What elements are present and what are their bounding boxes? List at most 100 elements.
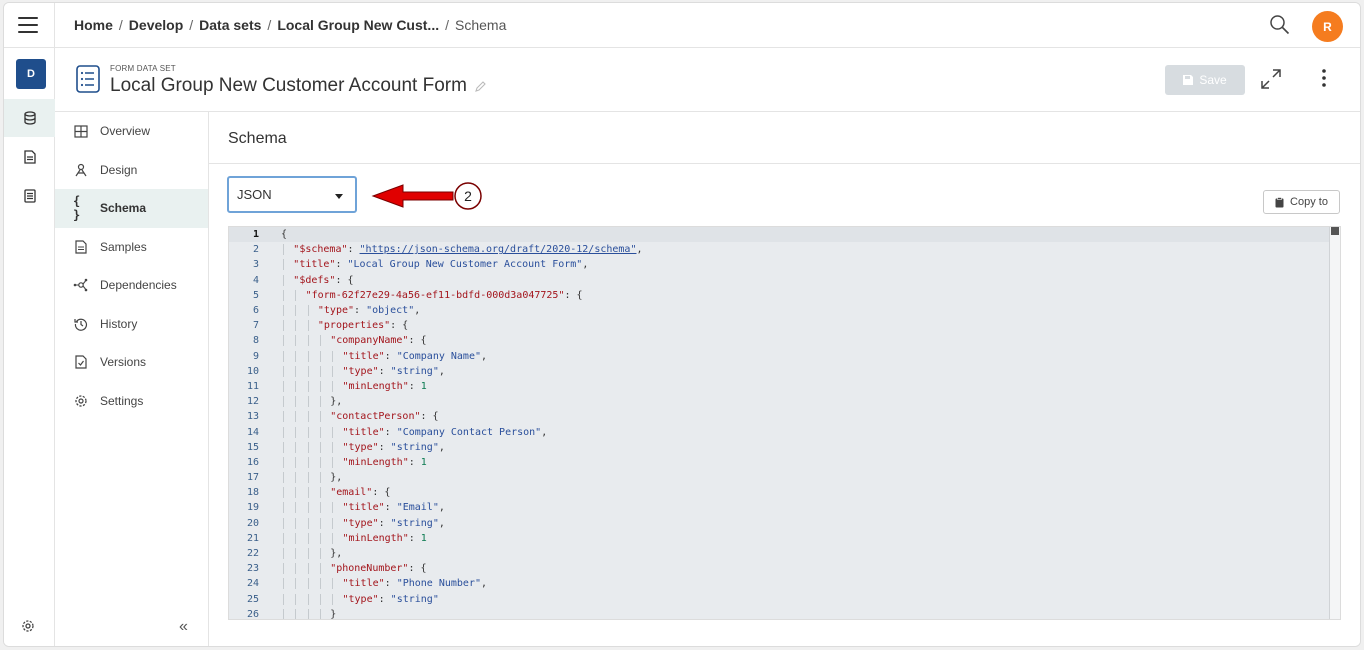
top-bar: Home / Develop / Data sets / Local Group… — [55, 3, 1360, 48]
json-value[interactable]: "https://json-schema.org/draft/2020-12/s… — [360, 244, 637, 255]
collapse-sidebar-icon[interactable]: « — [179, 618, 188, 636]
json-value: "string" — [390, 365, 439, 377]
indent-guide — [283, 426, 284, 438]
nav-item-label: History — [100, 316, 138, 331]
indent-guide — [283, 456, 284, 468]
code-text: "title": "Email", — [259, 502, 445, 514]
indent-guide — [307, 487, 309, 499]
nav-item-label: Schema — [100, 201, 147, 216]
json-punctuation: : — [354, 305, 367, 317]
indent-guide — [332, 532, 334, 544]
indent-guide — [283, 487, 284, 499]
code-text: "properties": { — [259, 320, 408, 332]
rail-data-icon[interactable] — [4, 99, 55, 137]
indent-guide — [332, 593, 334, 605]
line-number: 22 — [246, 548, 259, 560]
schema-format-select[interactable]: JSON — [227, 176, 357, 213]
code-line: 3 "title": "Local Group New Customer Acco… — [229, 257, 1340, 272]
indent-guide — [283, 608, 284, 619]
indent-guide — [295, 289, 297, 301]
breadcrumb-datasets[interactable]: Data sets — [199, 17, 261, 33]
code-line: 5 "form-62f27e29-4a56-ef11-bdfd-000d3a047… — [229, 288, 1340, 303]
edit-pencil-icon[interactable] — [475, 80, 486, 92]
json-punctuation: }, — [330, 472, 343, 484]
breadcrumb-home[interactable]: Home — [74, 17, 113, 33]
json-punctuation: , — [541, 426, 548, 438]
nav-item-schema[interactable]: { } Schema — [55, 189, 208, 228]
json-punctuation: : — [335, 259, 348, 271]
code-text: { — [259, 229, 287, 240]
json-punctuation: : — [378, 365, 391, 377]
indent-guide — [283, 593, 284, 605]
json-value: "Company Name" — [396, 350, 481, 362]
indent-guide — [295, 411, 297, 423]
gear-icon — [22, 620, 34, 632]
indent-guide — [319, 502, 321, 514]
nav-item-samples[interactable]: Samples — [55, 228, 208, 267]
code-text: "title": "Phone Number", — [259, 578, 487, 590]
nav-item-versions[interactable]: Versions — [55, 343, 208, 382]
code-line: 24 "title": "Phone Number", — [229, 576, 1340, 591]
save-button[interactable]: Save — [1165, 65, 1245, 95]
copy-to-label: Copy to — [1290, 196, 1328, 208]
indent-guide — [307, 608, 309, 619]
search-button[interactable] — [1269, 14, 1290, 40]
breadcrumb-separator: / — [118, 17, 123, 33]
rail-documents-icon[interactable] — [4, 138, 55, 176]
scrollbar-thumb[interactable] — [1331, 227, 1339, 235]
json-punctuation: , — [438, 517, 445, 529]
json-key: "title" — [293, 259, 336, 271]
indent-guide — [307, 456, 309, 468]
copy-to-button[interactable]: Copy to — [1263, 190, 1340, 214]
json-key: "title" — [342, 578, 385, 590]
json-punctuation: : — [347, 244, 360, 256]
rail-forms-icon[interactable] — [4, 177, 55, 215]
breadcrumb-separator: / — [189, 17, 194, 33]
avatar[interactable]: R — [1312, 11, 1343, 42]
rail-settings-icon[interactable] — [21, 619, 35, 638]
page-caption: FORM DATA SET — [110, 64, 176, 73]
nav-item-design[interactable]: Design — [55, 151, 208, 190]
json-punctuation: , — [481, 350, 488, 362]
breadcrumb-form[interactable]: Local Group New Cust... — [277, 17, 439, 33]
indent-guide — [295, 456, 297, 468]
code-text: }, — [259, 472, 343, 484]
json-key: "title" — [342, 350, 385, 362]
indent-guide — [283, 502, 284, 514]
json-key: "companyName" — [330, 335, 409, 347]
code-line: 1{ — [229, 227, 1340, 243]
json-punctuation: , — [438, 441, 445, 453]
menu-icon[interactable] — [18, 17, 38, 33]
indent-guide — [332, 578, 334, 590]
breadcrumb-develop[interactable]: Develop — [129, 17, 183, 33]
nav-item-settings[interactable]: Settings — [55, 382, 208, 421]
database-icon — [23, 111, 36, 125]
code-text: "type": "string", — [259, 365, 445, 377]
code-text: "title": "Local Group New Customer Accou… — [259, 259, 588, 271]
expand-button[interactable] — [1260, 68, 1282, 95]
nav-item-history[interactable]: History — [55, 305, 208, 344]
editor-scrollbar[interactable] — [1329, 227, 1340, 619]
code-line: 16 "minLength": 1 — [229, 455, 1340, 470]
json-key: "minLength" — [342, 532, 409, 544]
json-key: "type" — [342, 593, 379, 605]
schema-code-editor[interactable]: 1{2 "$schema": "https://json-schema.org/d… — [228, 226, 1341, 620]
indent-guide — [332, 426, 334, 438]
nav-item-dependencies[interactable]: Dependencies — [55, 266, 208, 305]
indent-guide — [307, 441, 309, 453]
indent-guide — [283, 517, 284, 529]
json-value: "string" — [390, 593, 439, 605]
nav-item-overview[interactable]: Overview — [55, 112, 208, 151]
more-options-button[interactable] — [1322, 69, 1326, 92]
indent-guide — [319, 441, 321, 453]
indent-guide — [319, 335, 321, 347]
code-text: "contactPerson": { — [259, 411, 439, 423]
indent-guide — [283, 305, 284, 317]
page-title: Local Group New Customer Account Form — [110, 75, 486, 97]
chevron-down-icon — [335, 194, 343, 199]
line-number: 25 — [246, 593, 259, 605]
indent-guide — [319, 532, 321, 544]
json-punctuation: , — [438, 502, 445, 514]
page-title-text: Local Group New Customer Account Form — [110, 75, 467, 96]
workspace-badge[interactable]: D — [16, 59, 46, 89]
